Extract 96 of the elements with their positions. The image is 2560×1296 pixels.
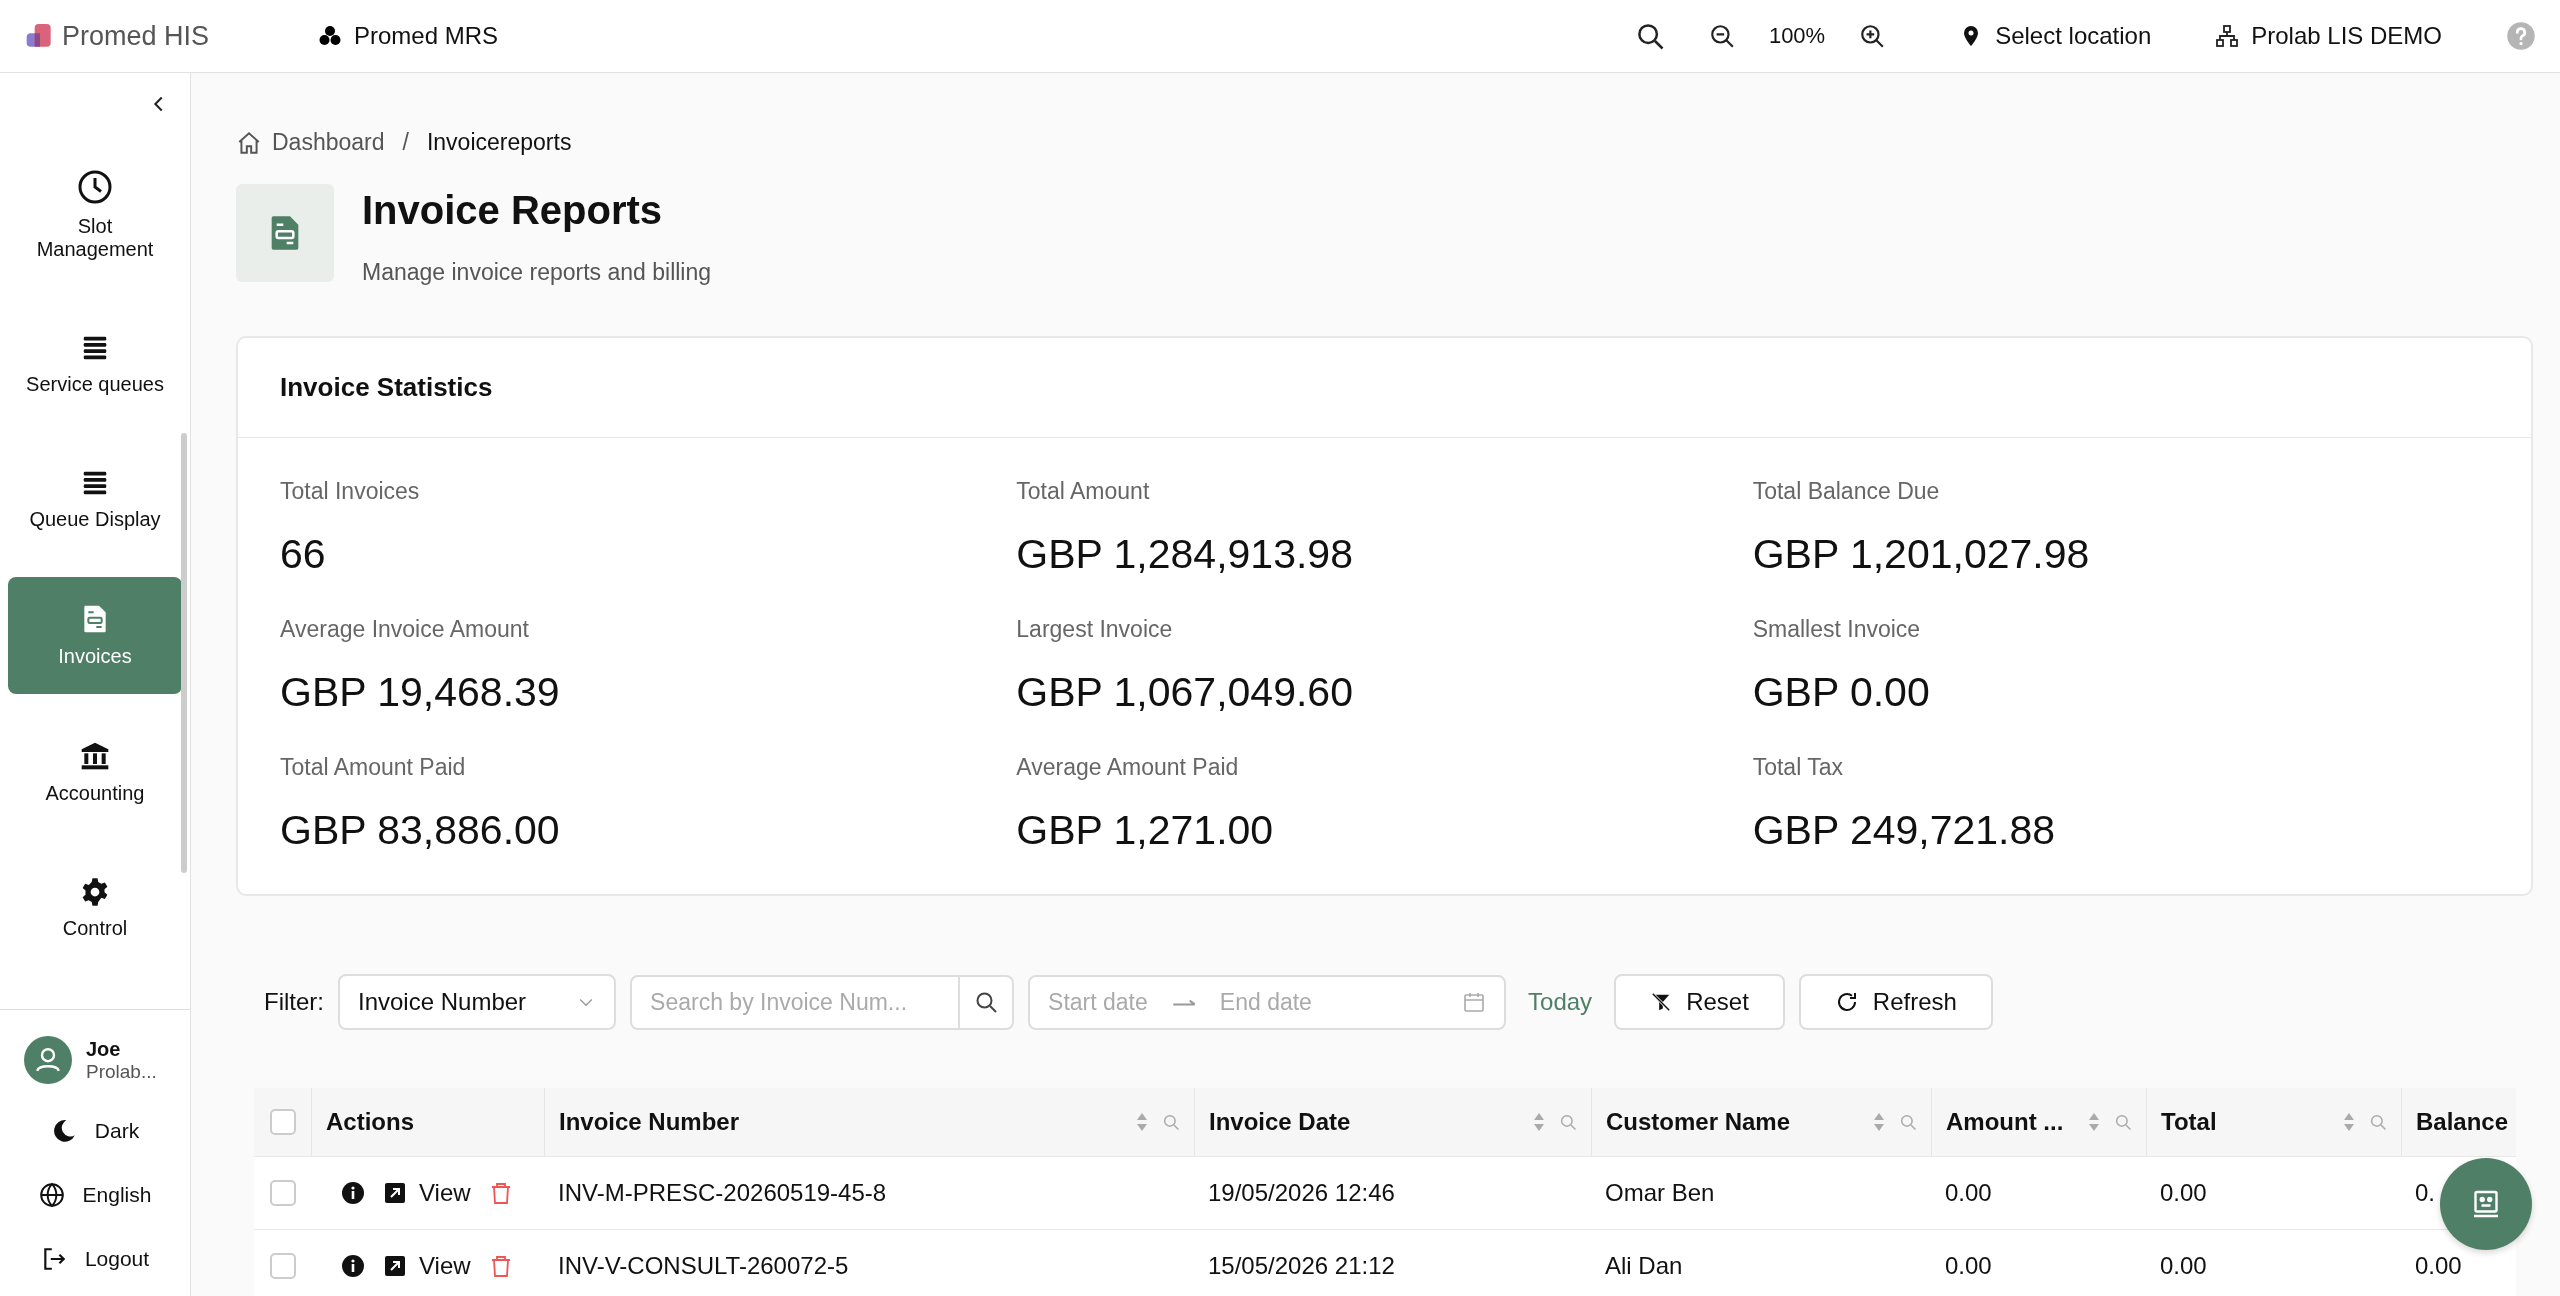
sidebar-option[interactable]: English [0,1168,190,1222]
sidebar-item[interactable]: Service queues [8,307,182,422]
zoom-in-icon[interactable] [1859,23,1886,49]
home-icon [236,129,262,156]
hierarchy-icon [2215,24,2240,48]
table-cell: 15/05/2026 21:12 [1208,1252,1395,1280]
stat-value: GBP 1,284,913.98 [1016,531,1354,578]
sidebar-item[interactable]: Accounting [8,714,182,831]
stat-label: Smallest Invoice [1752,616,1922,643]
cubes-icon [318,24,342,48]
search-button[interactable] [960,974,1015,1030]
stat-value: GBP 1,271.00 [1016,807,1275,854]
location-selector[interactable]: Select location [1959,22,2152,50]
sort-icon[interactable] [2088,1112,2100,1132]
filter-label: Filter: [264,988,324,1016]
sidebar-item[interactable]: Invoices [8,577,182,694]
column-header: Balance [2416,1108,2510,1136]
sidebar-option[interactable]: Logout [0,1232,190,1286]
table-cell: 0.00 [2160,1252,2207,1280]
stat-value: 66 [280,531,327,578]
today-link[interactable]: Today [1528,988,1593,1016]
gear-icon [80,877,110,907]
filter-clear-icon [1650,991,1673,1013]
stat-value: GBP 0.00 [1752,669,1931,716]
stat-label: Total Amount Paid [280,754,467,781]
search-icon [974,990,999,1014]
table-cell: 0.00 [2415,1252,2462,1280]
select-all-checkbox[interactable] [269,1109,296,1135]
filter-dropdown[interactable]: Invoice Number [338,974,617,1030]
breadcrumb-current: Invoicereports [426,129,572,156]
stat-label: Total Tax [1752,754,1844,781]
table-cell: INV-V-CONSULT-260072-5 [558,1252,849,1280]
sort-icon[interactable] [1533,1112,1545,1132]
sidebar-item[interactable]: Queue Display [8,442,182,557]
stat-label: Average Invoice Amount [280,616,530,643]
stat-label: Total Invoices [280,478,421,505]
reset-button[interactable]: Reset [1614,974,1785,1030]
sort-icon[interactable] [1136,1112,1148,1132]
column-header: Customer Name [1606,1108,1792,1136]
help-icon[interactable] [2506,21,2536,51]
user-name: Joe [86,1037,122,1061]
stat-value: GBP 19,468.39 [280,669,561,716]
column-header: Amount ... [1946,1108,2065,1136]
table-cell: Omar Ben [1605,1179,1715,1207]
breadcrumb-link[interactable]: Dashboard [272,129,385,156]
column-header: Actions [326,1108,415,1136]
zoom-out-icon[interactable] [1708,23,1735,49]
sort-icon[interactable] [2343,1112,2355,1132]
arrow-right-icon [1171,998,1196,1006]
stat-value: GBP 1,067,049.60 [1016,669,1354,716]
sidebar-item[interactable]: Control [8,851,182,966]
row-checkbox[interactable] [269,1180,296,1206]
view-link[interactable]: View [383,1252,471,1280]
bank-icon [79,740,111,772]
stat-value: GBP 249,721.88 [1752,807,2057,854]
column-header: Total [2161,1108,2218,1136]
user-profile[interactable]: Joe Prolab... [0,1026,190,1094]
refresh-button[interactable]: Refresh [1798,974,1993,1030]
stat-label: Largest Invoice [1016,616,1174,643]
sort-icon[interactable] [1873,1112,1885,1132]
stat-label: Total Balance Due [1752,478,1941,505]
stat-value: GBP 83,886.00 [280,807,561,854]
search-field[interactable]: Search by Invoice Num... [630,974,961,1030]
avatar-icon [24,1036,72,1084]
row-checkbox[interactable] [269,1253,296,1279]
table-cell: 0.00 [1945,1179,1992,1207]
stat-label: Average Amount Paid [1016,754,1240,781]
calendar-icon [1462,990,1487,1014]
card-title: Invoice Statistics [280,372,493,402]
stat-value: GBP 1,201,027.98 [1752,531,2091,578]
zoom-level: 100% [1768,23,1826,49]
lab-selector[interactable]: Prolab LIS DEMO [2215,22,2442,50]
table-cell: 0.00 [2160,1179,2207,1207]
table-cell: Ali Dan [1605,1252,1683,1280]
column-header: Invoice Number [559,1108,741,1136]
table-cell: 0.00 [1945,1252,1992,1280]
table-cell: INV-M-PRESC-20260519-45-8 [558,1179,887,1207]
breadcrumb-separator: / [402,129,409,156]
clock-icon [77,169,113,205]
info-icon[interactable] [341,1181,365,1205]
page-title: Invoice Reports [362,188,664,233]
external-link-icon [383,1254,407,1278]
app-name: Promed HIS [62,20,210,52]
info-icon[interactable] [341,1254,365,1278]
page-subtitle: Manage invoice reports and billing [362,259,712,286]
globe-icon [38,1182,65,1208]
table-cell: 19/05/2026 12:46 [1208,1179,1395,1207]
view-link[interactable]: View [383,1179,471,1207]
external-link-icon [383,1181,407,1205]
sidebar-option[interactable]: Dark [0,1104,190,1158]
table-cell: 0. [2415,1179,2435,1207]
user-organization: Prolab... [86,1060,157,1083]
sidebar-item[interactable]: Slot Management [8,143,182,287]
column-header: Invoice Date [1209,1108,1352,1136]
module-link[interactable]: Promed MRS [318,22,499,50]
stat-label: Total Amount [1016,478,1151,505]
